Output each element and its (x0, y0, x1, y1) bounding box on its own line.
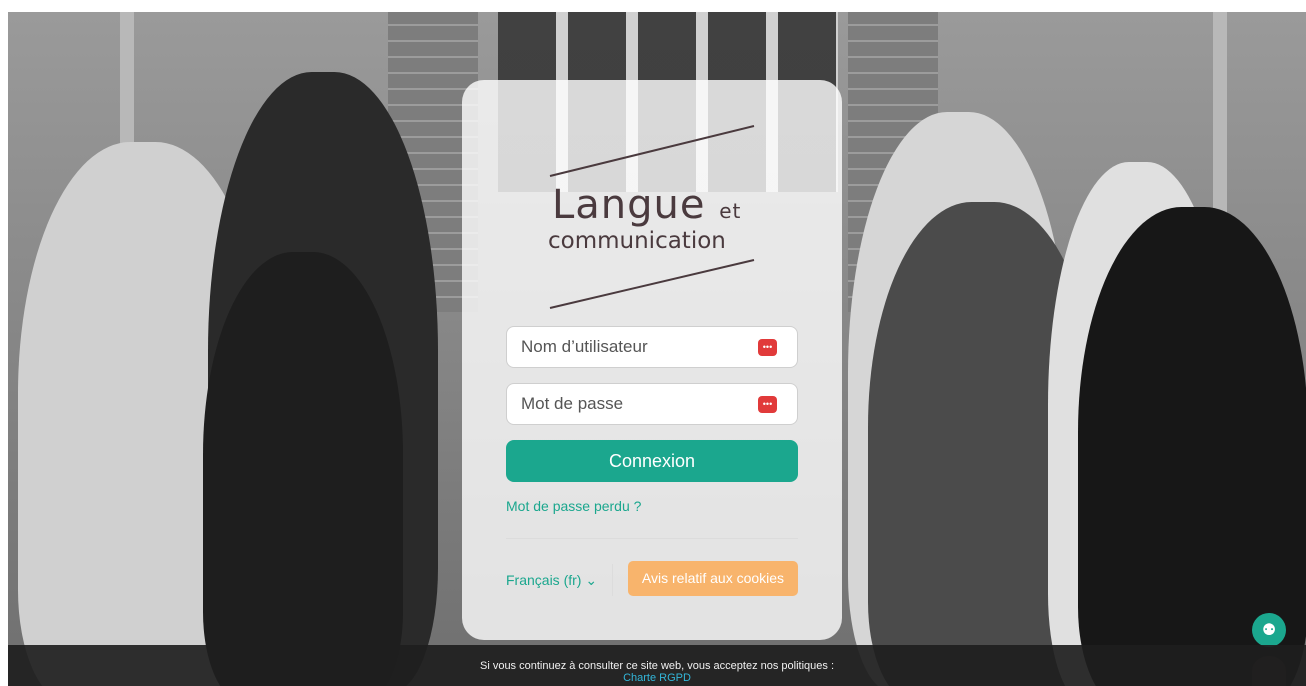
username-input[interactable]: Nom d’utilisateur ••• (506, 326, 798, 368)
policy-bar: Si vous continuez à consulter ce site we… (8, 645, 1306, 686)
language-selector[interactable]: Français (fr) ⌄ (506, 572, 597, 589)
password-manager-icon[interactable]: ••• (758, 396, 777, 413)
accessibility-icon[interactable]: ⚉ (1252, 613, 1286, 647)
chevron-down-icon: ⌄ (585, 572, 598, 588)
logo-line1: Langue (552, 182, 706, 228)
username-placeholder: Nom d’utilisateur (521, 337, 648, 356)
password-input[interactable]: Mot de passe ••• (506, 383, 798, 425)
divider-vertical (612, 564, 613, 596)
password-placeholder: Mot de passe (521, 394, 624, 413)
site-logo: Langue et communication (542, 120, 772, 320)
lost-password-link[interactable]: Mot de passe perdu ? (506, 498, 641, 514)
policy-link[interactable]: Charte RGPD (8, 672, 1306, 685)
person (203, 252, 403, 686)
cookie-notice-button[interactable]: Avis relatif aux cookies (628, 561, 798, 596)
login-button[interactable]: Connexion (506, 440, 798, 482)
language-label: Français (fr) (506, 572, 582, 588)
policy-message: Si vous continuez à consulter ce site we… (479, 660, 835, 672)
login-card: Langue et communication Nom d’utilisateu… (462, 80, 842, 640)
logo-et: et (719, 199, 742, 223)
logo-word-langue: Langue et (552, 182, 741, 228)
logo-line2: communication (548, 228, 726, 254)
divider (506, 538, 798, 539)
password-manager-icon[interactable]: ••• (758, 339, 777, 356)
